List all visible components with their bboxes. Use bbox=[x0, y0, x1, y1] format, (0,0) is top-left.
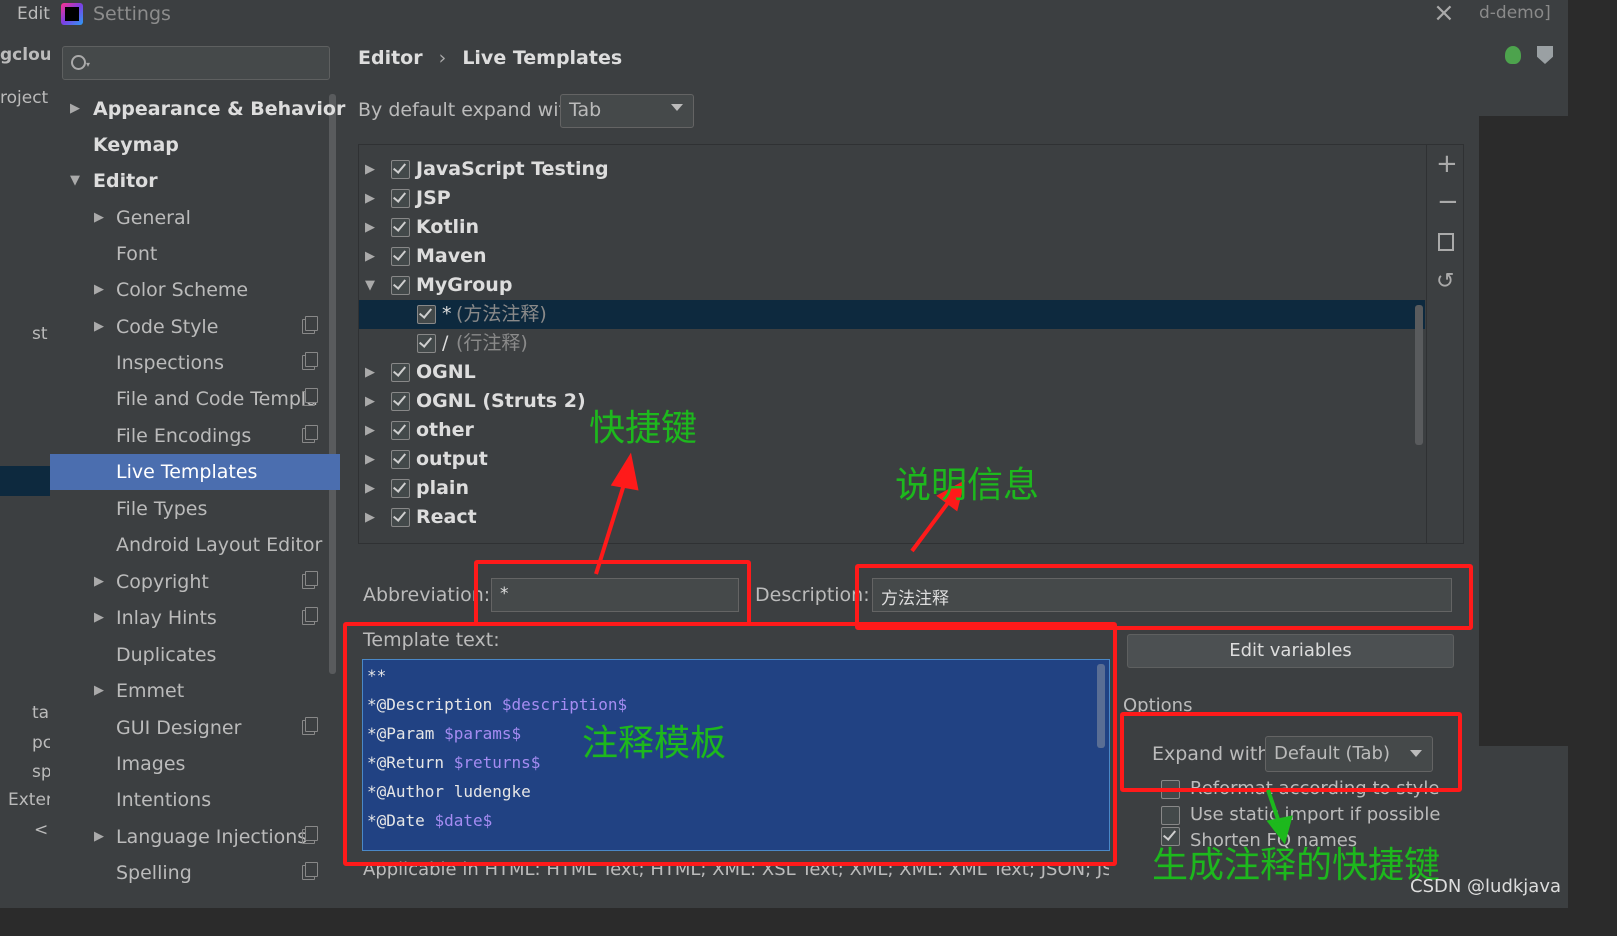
arrow-shortcut-head bbox=[610, 452, 639, 491]
annotation-gen-shortcut: 生成注释的快捷键 bbox=[1152, 845, 1441, 886]
arrow-shortcut bbox=[594, 477, 628, 575]
annotation-shortcut: 快捷键 bbox=[589, 408, 698, 449]
annotation-template: 注释模板 bbox=[582, 723, 727, 764]
annotation-description: 说明信息 bbox=[895, 465, 1040, 506]
watermark: CSDN @ludkjava bbox=[1410, 876, 1562, 897]
annotation-arrows bbox=[594, 452, 1293, 845]
